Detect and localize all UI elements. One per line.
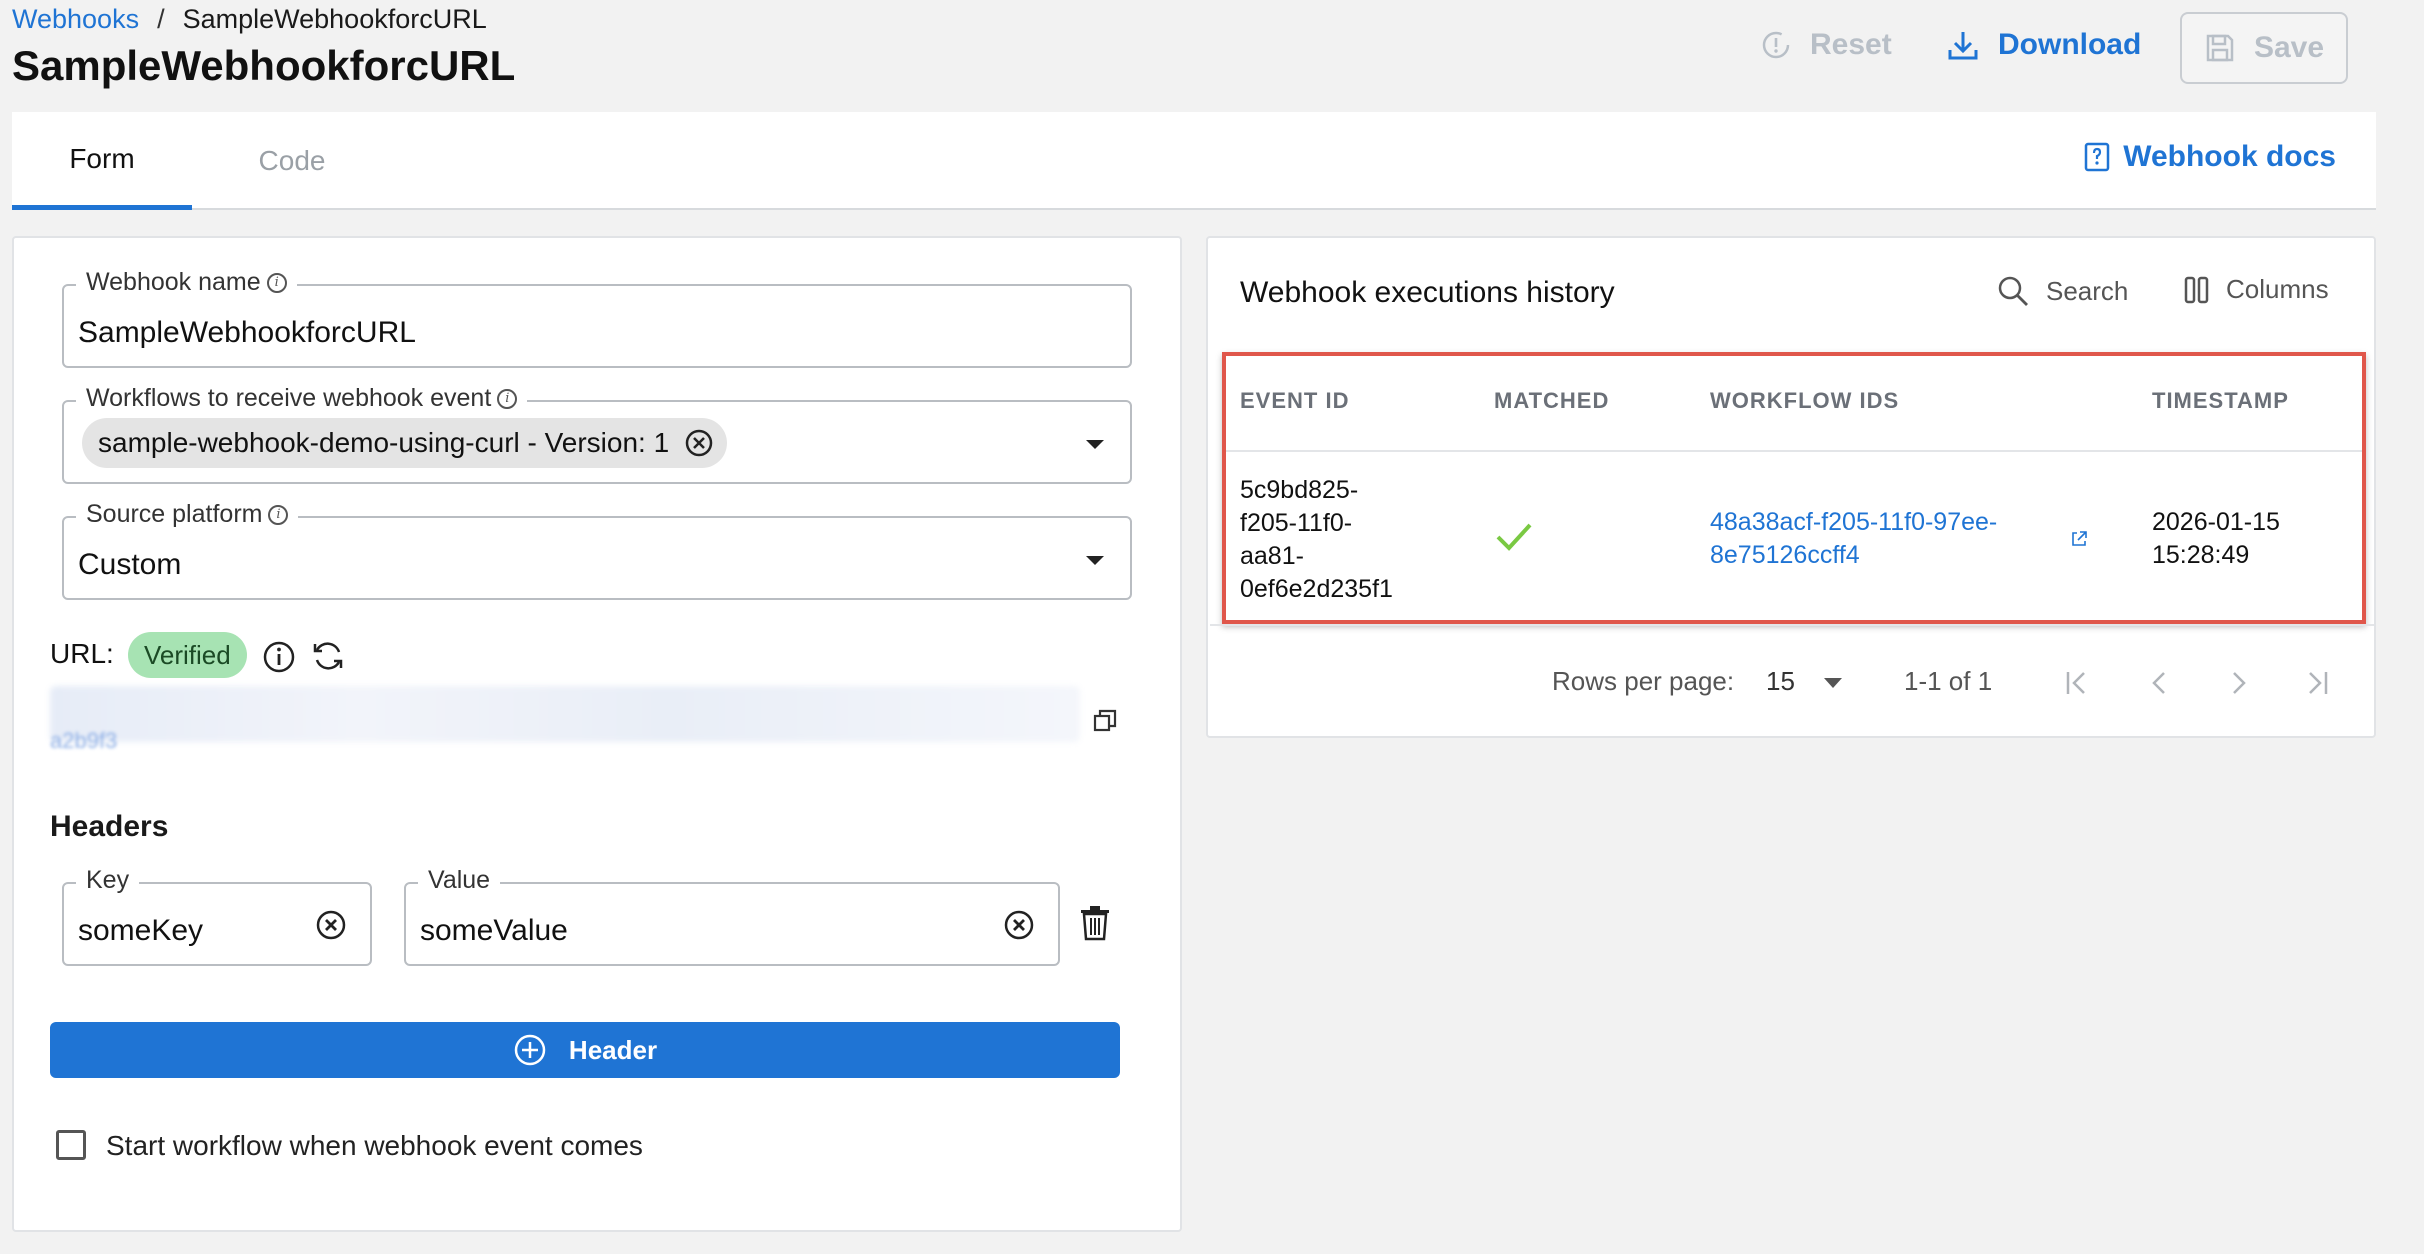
header-value-input[interactable]: someValue <box>420 914 568 948</box>
chevron-down-icon[interactable] <box>1086 556 1104 565</box>
workflow-id-line: 8e75126ccff4 <box>1710 541 1860 569</box>
info-icon[interactable]: i <box>266 272 287 293</box>
header-key-input[interactable]: someKey <box>78 914 203 948</box>
info-circle-icon[interactable] <box>262 640 296 674</box>
matched-check-icon <box>1494 520 1534 554</box>
add-header-button[interactable]: Header <box>50 1022 1120 1078</box>
clear-icon[interactable] <box>1002 908 1036 942</box>
event-id-line: 0ef6e2d235f1 <box>1240 575 1393 603</box>
header-value-field[interactable]: Value someValue <box>404 866 1060 966</box>
refresh-icon[interactable] <box>310 638 346 674</box>
webhook-name-label: Webhook name i <box>76 268 297 297</box>
webhook-name-field[interactable]: Webhook name i SampleWebhookforcURL <box>62 268 1132 368</box>
previous-page-icon[interactable] <box>2144 668 2174 698</box>
save-button[interactable]: Save <box>2180 12 2348 84</box>
workflows-select[interactable]: Workflows to receive webhook event i sam… <box>62 384 1132 484</box>
source-platform-select[interactable]: Source platform i Custom <box>62 500 1132 600</box>
workflows-label: Workflows to receive webhook event i <box>76 384 528 413</box>
header-key-field[interactable]: Key someKey <box>62 866 372 966</box>
tabs-bar: Form Code Webhook docs <box>12 112 2376 210</box>
verified-badge: Verified <box>128 632 247 678</box>
info-icon[interactable]: i <box>497 388 518 409</box>
save-icon <box>2204 32 2236 64</box>
webhook-name-label-text: Webhook name <box>86 268 261 296</box>
next-page-icon[interactable] <box>2224 668 2254 698</box>
search-button[interactable]: Search <box>1996 274 2128 308</box>
reset-icon <box>1760 29 1792 61</box>
trash-icon[interactable] <box>1078 904 1112 942</box>
webhook-name-input[interactable]: SampleWebhookforcURL <box>78 316 416 350</box>
header-value-label: Value <box>418 866 501 895</box>
source-platform-label: Source platform i <box>76 500 299 529</box>
breadcrumb-link-webhooks[interactable]: Webhooks <box>12 4 139 35</box>
header-divider <box>1226 450 2362 452</box>
external-link-icon[interactable] <box>2070 530 2088 548</box>
info-icon[interactable]: i <box>268 504 289 525</box>
tab-code[interactable]: Code <box>192 112 392 210</box>
last-page-icon[interactable] <box>2302 668 2332 698</box>
copy-icon[interactable] <box>1092 708 1118 734</box>
timestamp-cell: 2026-01-15 15:28:49 <box>2152 506 2280 572</box>
reset-button[interactable]: Reset <box>1760 28 1892 62</box>
timestamp-time: 15:28:49 <box>2152 541 2250 569</box>
tab-form[interactable]: Form <box>12 112 192 210</box>
download-icon <box>1946 28 1980 62</box>
event-id-line: aa81- <box>1240 542 1304 570</box>
rows-per-page-value: 15 <box>1766 666 1795 696</box>
event-id-line: f205-11f0- <box>1240 509 1353 537</box>
rows-per-page-select[interactable]: 15 <box>1766 666 1795 697</box>
event-id-cell: 5c9bd825- f205-11f0- aa81- 0ef6e2d235f1 <box>1240 474 1393 606</box>
download-label: Download <box>1998 28 2142 61</box>
column-header-matched[interactable]: MATCHED <box>1494 388 1609 414</box>
workflows-label-text: Workflows to receive webhook event <box>86 384 492 412</box>
clear-icon[interactable] <box>314 908 348 942</box>
breadcrumb-separator: / <box>157 4 165 34</box>
event-id-line: 5c9bd825- <box>1240 476 1359 504</box>
history-title: Webhook executions history <box>1240 276 1615 309</box>
pagination-range: 1-1 of 1 <box>1904 666 1993 696</box>
webhook-url-tail: a2b9f3 <box>50 728 118 753</box>
columns-button[interactable]: Columns <box>2184 274 2329 305</box>
column-header-workflow-ids[interactable]: WORKFLOW IDS <box>1710 388 1899 414</box>
workflow-chip[interactable]: sample-webhook-demo-using-curl - Version… <box>82 418 728 468</box>
save-label: Save <box>2253 31 2325 64</box>
plus-circle-icon <box>513 1033 547 1067</box>
webhook-docs-label: Webhook docs <box>2123 140 2336 173</box>
column-header-event-id[interactable]: EVENT ID <box>1240 388 1349 414</box>
url-label: URL: <box>50 638 114 669</box>
add-header-label: Header <box>568 1034 658 1065</box>
source-platform-value: Custom <box>78 548 182 581</box>
columns-label: Columns <box>2226 274 2329 304</box>
header-key-label: Key <box>76 866 140 895</box>
webhook-url-value <box>50 686 1080 742</box>
rows-per-page-label: Rows per page: <box>1552 666 1735 696</box>
workflow-chip-label: sample-webhook-demo-using-curl - Version… <box>98 427 670 458</box>
workflow-id-line: 48a38acf-f205-11f0-97ee- <box>1710 508 1998 536</box>
table-bottom-divider <box>1210 624 2374 626</box>
page-title: SampleWebhookforcURL <box>12 42 516 89</box>
timestamp-date: 2026-01-15 <box>2152 508 2280 536</box>
columns-icon <box>2184 275 2210 305</box>
chevron-down-icon[interactable] <box>1824 678 1842 688</box>
reset-label: Reset <box>1810 28 1892 61</box>
search-label: Search <box>2046 275 2129 306</box>
webhook-docs-link[interactable]: Webhook docs <box>2083 140 2336 174</box>
remove-chip-icon[interactable] <box>683 427 715 459</box>
search-icon <box>1996 274 2030 308</box>
start-workflow-label: Start workflow when webhook event comes <box>106 1130 643 1161</box>
first-page-icon[interactable] <box>2062 668 2092 698</box>
headers-title: Headers <box>50 810 169 843</box>
column-header-timestamp[interactable]: TIMESTAMP <box>2152 388 2289 414</box>
docs-icon <box>2083 142 2111 172</box>
source-platform-label-text: Source platform <box>86 500 263 528</box>
breadcrumb-current: SampleWebhookforcURL <box>182 4 487 34</box>
breadcrumb: Webhooks / SampleWebhookforcURL <box>12 4 487 35</box>
workflow-id-link[interactable]: 48a38acf-f205-11f0-97ee- 8e75126ccff4 <box>1710 506 1997 572</box>
chevron-down-icon[interactable] <box>1086 440 1104 449</box>
download-button[interactable]: Download <box>1946 28 2141 62</box>
start-workflow-checkbox[interactable] <box>56 1130 86 1160</box>
